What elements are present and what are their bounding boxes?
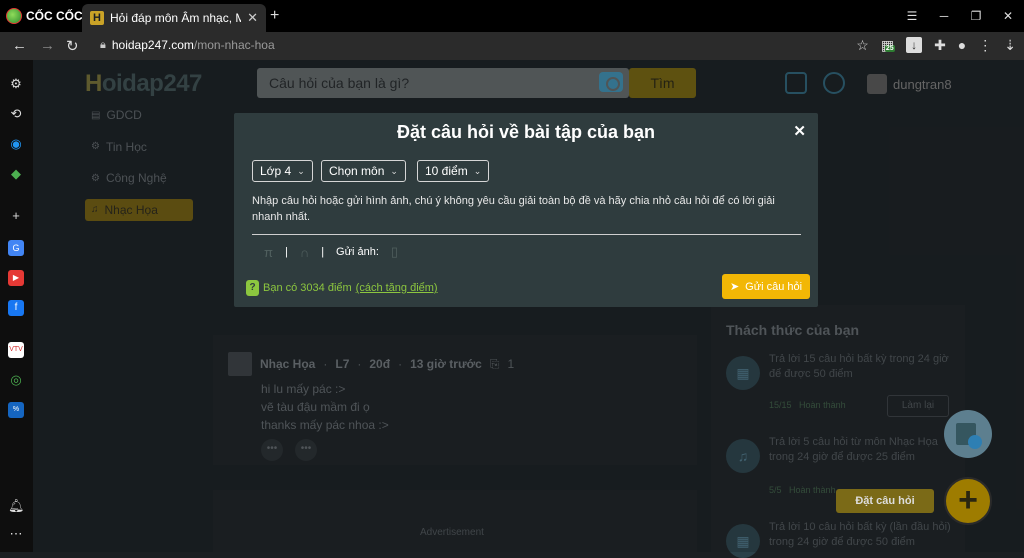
image-upload-icon[interactable]: ▯ [391, 244, 398, 260]
increase-points-link[interactable]: (cách tăng điểm) [356, 282, 438, 294]
menu-dots-icon[interactable]: ⋮ [978, 37, 992, 54]
lock-icon: 🔒︎ [100, 38, 106, 51]
forward-arrow-icon[interactable]: → [40, 37, 55, 54]
textarea-underline [252, 234, 801, 235]
url-path: /mon-nhac-hoa [193, 38, 275, 52]
url-host: hoidap247.com [111, 38, 194, 52]
restore-icon[interactable]: ❐ [960, 0, 992, 32]
new-tab-button[interactable]: + [270, 7, 279, 25]
editor-tools: π | ∩ | Gửi ảnh: ▯ [264, 244, 398, 260]
subject-select-value: Chọn môn [329, 164, 385, 178]
chevron-down-icon: ⌄ [473, 165, 482, 176]
calendar-icon[interactable]: ▦25 [881, 37, 895, 54]
site-favicon-icon: H [90, 11, 104, 25]
modal-title: Đặt câu hỏi về bài tập của bạn [396, 122, 656, 142]
brand-label: CỐC CỐC [26, 9, 83, 23]
subject-select[interactable]: Chọn môn ⌄ [321, 160, 406, 182]
ask-question-label[interactable]: Đặt câu hỏi [836, 489, 934, 513]
browser-toolbar: ← → ↻ 🔒︎ hoidap247.com /mon-nhac-hoa ☆ ▦… [0, 32, 1024, 60]
headphones-icon[interactable]: ∩ [300, 245, 309, 260]
facebook-icon[interactable]: f [8, 300, 24, 316]
tab-close-icon[interactable]: ✕ [247, 10, 258, 26]
vtv-icon[interactable]: VTV [8, 342, 24, 358]
chevron-down-icon: ⌄ [390, 165, 398, 176]
toolbar-icons: ☆ ▦25 ↓ ✚ ● ⋮ ⇣ [856, 37, 1016, 54]
paper-plane-icon: ➤ [729, 281, 740, 293]
tab-title: Hỏi đáp môn Âm nhạc, Mỹ thuật [110, 11, 242, 25]
shopping-icon[interactable]: % [8, 402, 24, 418]
send-image-label: Gửi ảnh: [336, 246, 379, 258]
check-badge-icon [968, 435, 982, 449]
game-controller-icon[interactable]: ◆ [8, 166, 24, 182]
more-dots-icon[interactable]: ⋯ [8, 526, 24, 542]
submit-question-button[interactable]: ➤ Gửi câu hỏi [722, 274, 810, 299]
coccoc-logo-icon [6, 8, 22, 24]
address-bar[interactable]: 🔒︎ hoidap247.com /mon-nhac-hoa [100, 38, 275, 52]
close-window-icon[interactable]: ✕ [992, 0, 1024, 32]
notification-bell-icon[interactable]: 🔔︎ [8, 498, 25, 514]
notes-fab-icon[interactable] [944, 410, 992, 458]
window-controls: ☰ ─ ❐ ✕ [896, 0, 1024, 32]
points-select[interactable]: 10 điểm ⌄ [417, 160, 490, 182]
add-sidebar-icon[interactable]: + [8, 208, 24, 224]
math-pi-icon[interactable]: π [264, 245, 273, 260]
ask-question-modal: Đặt câu hỏi về bài tập của bạn ✕ Lớp 4 ⌄… [234, 113, 818, 307]
submit-label: Gửi câu hỏi [745, 280, 803, 293]
download-icon[interactable]: ⇣ [1004, 37, 1016, 54]
coccoc-music-icon[interactable]: ◎ [8, 372, 24, 388]
question-textarea[interactable]: Nhập câu hỏi hoặc gửi hình ảnh, chú ý kh… [252, 193, 802, 225]
bookmark-star-icon[interactable]: ☆ [856, 37, 869, 54]
add-question-fab[interactable]: + [944, 477, 992, 525]
browser-tab-active[interactable]: H Hỏi đáp môn Âm nhạc, Mỹ thuật ✕ [82, 4, 266, 32]
points-info: ? Bạn có 3034 điểm (cách tăng điểm) [246, 280, 438, 296]
grade-select[interactable]: Lớp 4 ⌄ [252, 160, 313, 182]
translate-icon[interactable]: G [8, 240, 24, 256]
separator: | [284, 246, 288, 258]
profile-avatar-icon[interactable]: ● [958, 37, 966, 54]
browser-sidebar: ⚙ ⟲ ◉ ◆ + G ▶ f VTV ◎ % 🔔︎ ⋯ [0, 60, 33, 552]
question-mark-icon: ? [246, 280, 259, 296]
minimize-icon[interactable]: ─ [928, 0, 960, 32]
back-arrow-icon[interactable]: ← [12, 37, 27, 54]
download-box-icon[interactable]: ↓ [906, 37, 923, 53]
grade-select-value: Lớp 4 [260, 164, 292, 178]
history-icon[interactable]: ⟲ [8, 106, 24, 122]
calendar-badge: 25 [884, 45, 895, 52]
reload-icon[interactable]: ↻ [66, 37, 79, 55]
messenger-icon[interactable]: ◉ [8, 136, 24, 152]
extensions-puzzle-icon[interactable]: ✚ [934, 37, 946, 54]
browser-brand[interactable]: CỐC CỐC [6, 8, 83, 24]
browser-tabbar: CỐC CỐC H Hỏi đáp môn Âm nhạc, Mỹ thuật … [0, 0, 1024, 32]
settings-gear-icon[interactable]: ⚙ [8, 76, 24, 92]
points-text: Bạn có 3034 điểm [263, 282, 352, 294]
points-select-value: 10 điểm [425, 164, 468, 178]
separator: | [321, 246, 325, 258]
close-icon[interactable]: ✕ [793, 122, 806, 140]
chevron-down-icon: ⌄ [297, 165, 305, 176]
tab-search-icon[interactable]: ☰ [896, 0, 928, 32]
youtube-icon[interactable]: ▶ [8, 270, 24, 286]
